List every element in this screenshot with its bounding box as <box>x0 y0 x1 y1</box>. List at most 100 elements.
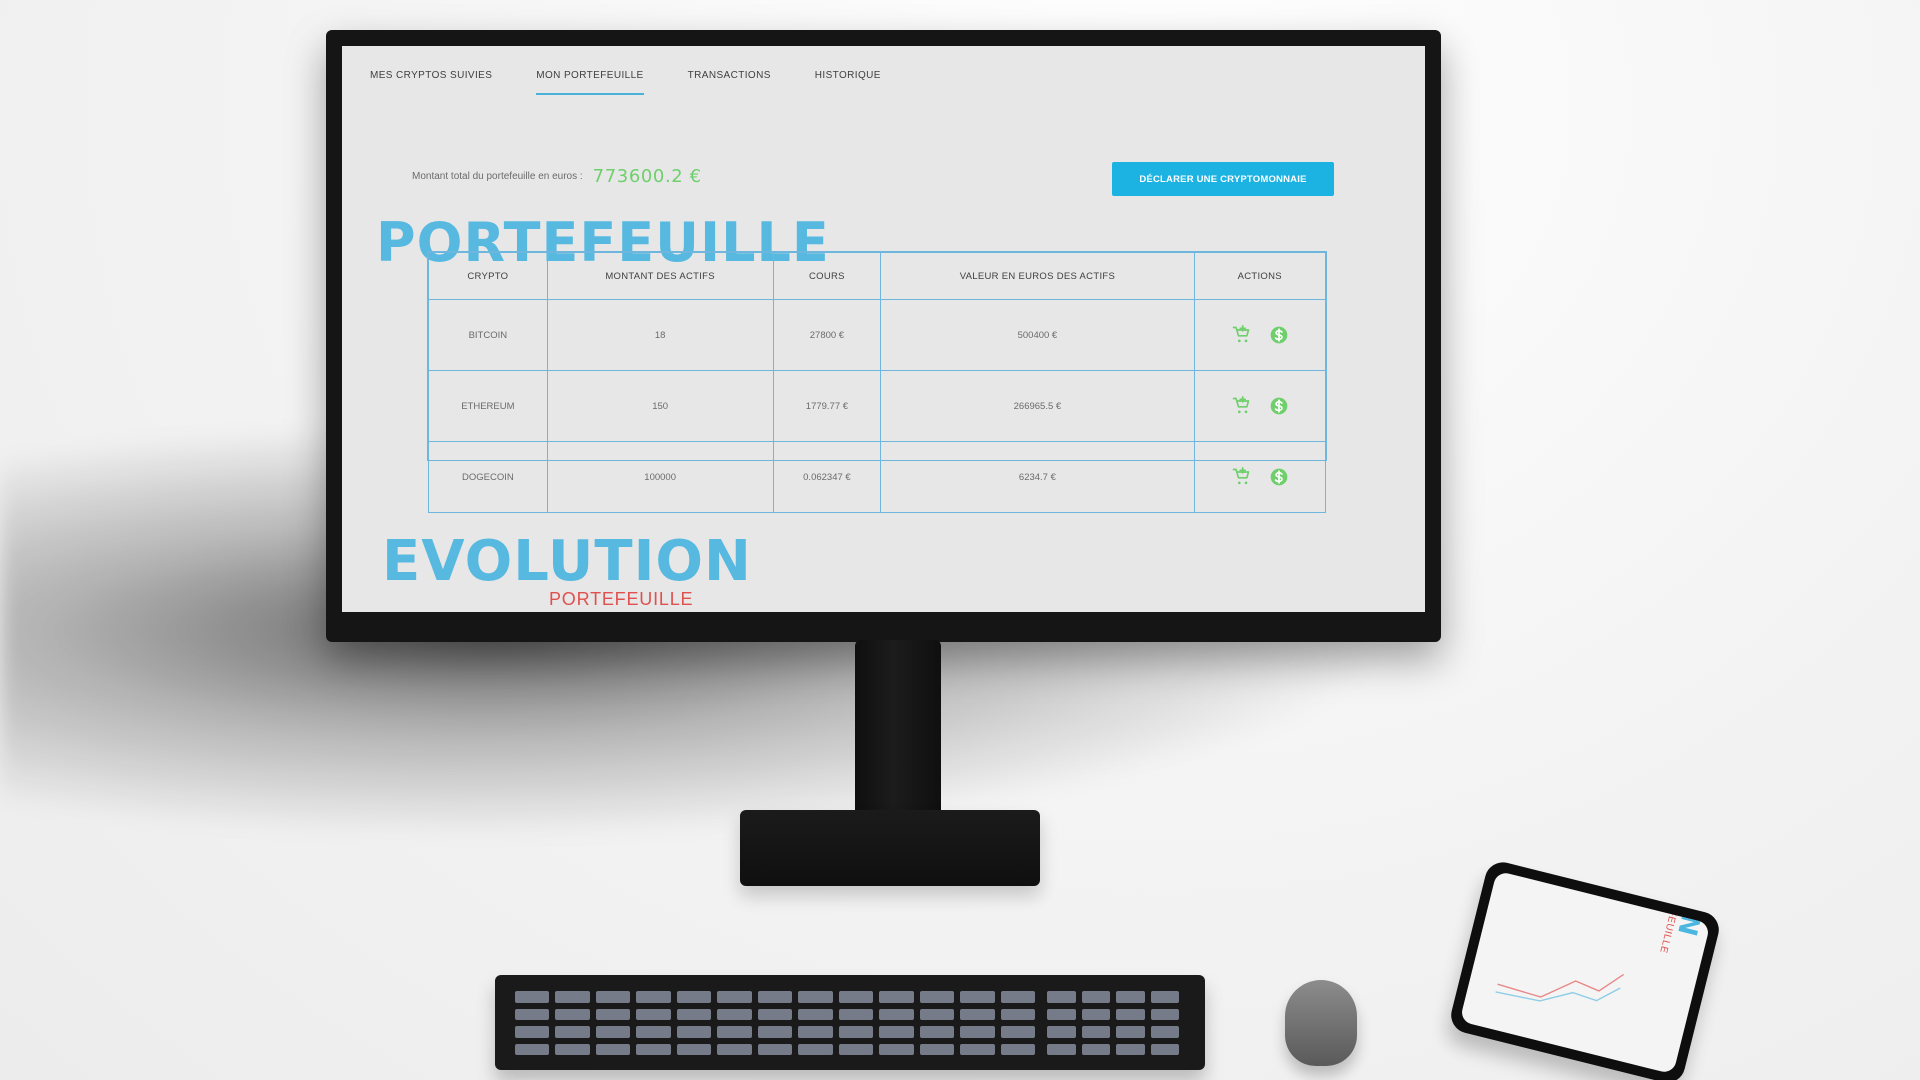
key <box>757 1008 793 1020</box>
cell-crypto: BITCOIN <box>428 299 548 371</box>
tab-transactions[interactable]: TRANSACTIONS <box>688 70 771 95</box>
key <box>1047 1043 1076 1055</box>
cell-actions <box>1193 370 1327 442</box>
key <box>1116 1026 1145 1038</box>
key <box>1081 1043 1110 1055</box>
key <box>919 1008 955 1020</box>
tab-mes-cryptos-suivies[interactable]: MES CRYPTOS SUIVIES <box>370 70 492 95</box>
key <box>1116 1008 1145 1020</box>
key <box>798 991 833 1003</box>
key <box>1116 991 1145 1003</box>
monitor-stand-base <box>740 810 1040 886</box>
cell-crypto: ETHEREUM <box>428 370 548 442</box>
key <box>676 1026 712 1038</box>
table-header-actions: ACTIONS <box>1193 252 1327 300</box>
portfolio-table: CRYPTO MONTANT DES ACTIFS COURS VALEUR E… <box>427 251 1327 513</box>
table-header-value: VALEUR EN EUROS DES ACTIFS <box>880 252 1195 300</box>
key <box>960 1043 995 1055</box>
key <box>798 1008 833 1020</box>
key <box>1000 1043 1035 1055</box>
phone-evolution-title: EVOLUTION <box>1671 871 1710 940</box>
row-actions <box>1199 324 1321 346</box>
key <box>1116 1043 1145 1055</box>
monitor: MES CRYPTOS SUIVIES MON PORTEFEUILLE TRA… <box>326 30 1441 642</box>
key <box>717 991 752 1003</box>
screen: MES CRYPTOS SUIVIES MON PORTEFEUILLE TRA… <box>342 46 1425 612</box>
key <box>879 1043 914 1055</box>
key <box>838 1043 874 1055</box>
table-row: BITCOIN 18 27800 € 500400 € <box>428 299 1327 371</box>
key <box>919 1026 955 1038</box>
cart-plus-icon[interactable] <box>1230 466 1252 488</box>
cell-crypto: DOGECOIN <box>428 441 548 513</box>
cell-amount: 18 <box>546 299 774 371</box>
key <box>595 1043 631 1055</box>
dollar-coin-icon[interactable] <box>1268 466 1290 488</box>
table-header-crypto: CRYPTO <box>428 252 548 300</box>
scene: MES CRYPTOS SUIVIES MON PORTEFEUILLE TRA… <box>0 0 1920 1080</box>
key <box>798 1026 833 1038</box>
cart-plus-icon[interactable] <box>1230 324 1252 346</box>
keyboard-main-keys <box>515 991 1035 1055</box>
key <box>919 991 955 1003</box>
cell-amount: 100000 <box>546 441 774 513</box>
key <box>1047 991 1076 1003</box>
key <box>1000 991 1035 1003</box>
dollar-coin-icon[interactable] <box>1268 324 1290 346</box>
portfolio-total-label: Montant total du portefeuille en euros : <box>412 171 583 182</box>
key <box>1000 1026 1035 1038</box>
key <box>879 991 914 1003</box>
declare-crypto-button[interactable]: DÉCLARER UNE CRYPTOMONNAIE <box>1112 162 1334 196</box>
table-row: ETHEREUM 150 1779.77 € 266965.5 € <box>428 370 1327 442</box>
key <box>676 1043 712 1055</box>
portfolio-total-value: 773600.2 € <box>592 166 702 187</box>
key <box>1047 1008 1076 1020</box>
cell-value: 6234.7 € <box>880 441 1195 513</box>
phone-chart-lines <box>1495 973 1625 1002</box>
key <box>676 991 712 1003</box>
tab-mon-portefeuille[interactable]: MON PORTEFEUILLE <box>536 70 644 95</box>
key <box>1000 1008 1035 1020</box>
key <box>555 1008 590 1020</box>
dollar-coin-icon[interactable] <box>1268 395 1290 417</box>
key <box>1150 1008 1179 1020</box>
key <box>1150 1026 1179 1038</box>
key <box>838 1026 874 1038</box>
table-header-price: COURS <box>772 252 882 300</box>
key <box>1081 1008 1110 1020</box>
monitor-stand-neck <box>855 640 941 820</box>
portfolio-table-grid: CRYPTO MONTANT DES ACTIFS COURS VALEUR E… <box>428 252 1327 513</box>
key <box>636 991 671 1003</box>
row-actions <box>1199 395 1321 417</box>
key <box>515 1043 550 1055</box>
cell-value: 266965.5 € <box>880 370 1195 442</box>
key <box>960 1026 995 1038</box>
key <box>717 1043 752 1055</box>
key <box>636 1008 671 1020</box>
key <box>1150 991 1179 1003</box>
key <box>555 1043 590 1055</box>
evolution-section-title: EVOLUTION <box>382 529 752 594</box>
key <box>595 1008 631 1020</box>
key <box>1081 991 1110 1003</box>
table-header-amount: MONTANT DES ACTIFS <box>546 252 774 300</box>
key <box>757 1043 793 1055</box>
nav-tabs: MES CRYPTOS SUIVIES MON PORTEFEUILLE TRA… <box>370 70 881 95</box>
key <box>879 1026 914 1038</box>
key <box>717 1008 752 1020</box>
cell-price: 1779.77 € <box>772 370 882 442</box>
key <box>595 991 631 1003</box>
smartphone: EVOLUTION PORTEFEUILLE <box>1447 858 1723 1080</box>
phone-evolution-subtitle: PORTEFEUILLE <box>1657 872 1688 955</box>
key <box>636 1026 671 1038</box>
cart-plus-icon[interactable] <box>1230 395 1252 417</box>
key <box>636 1043 671 1055</box>
key <box>555 1026 590 1038</box>
key <box>798 1043 833 1055</box>
tab-historique[interactable]: HISTORIQUE <box>815 70 881 95</box>
key <box>838 991 874 1003</box>
smartphone-screen: EVOLUTION PORTEFEUILLE <box>1459 870 1711 1075</box>
key <box>1081 1026 1110 1038</box>
key <box>717 1026 752 1038</box>
key <box>515 1008 550 1020</box>
